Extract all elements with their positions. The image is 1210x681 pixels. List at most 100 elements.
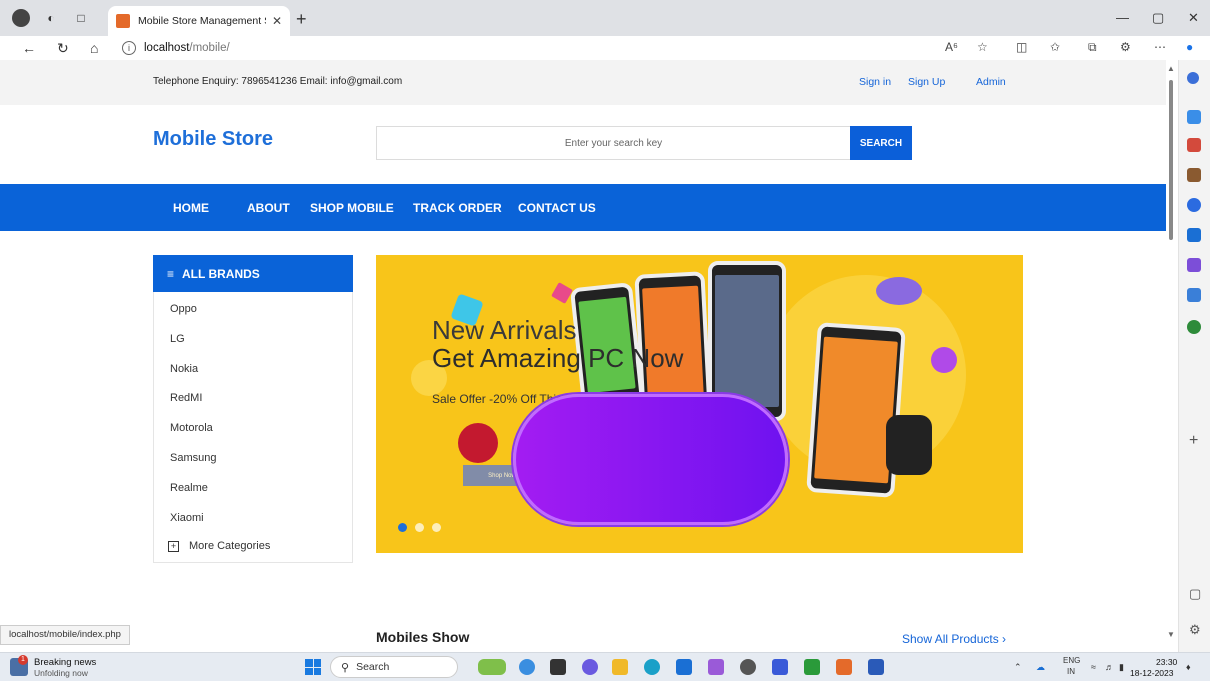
taskbar-search[interactable]: ⚲ Search [330, 656, 458, 678]
taskbar-xampp-icon[interactable] [836, 659, 852, 675]
nav-home[interactable]: HOME [173, 201, 209, 215]
read-aloud-icon[interactable]: A⁶ [945, 40, 958, 54]
new-tab-icon[interactable]: + [296, 9, 307, 30]
nav-contact-us[interactable]: CONTACT US [518, 201, 596, 215]
taskbar-store-icon[interactable] [676, 659, 692, 675]
taskbar-taskview-icon[interactable] [550, 659, 566, 675]
hero-banner[interactable]: New Arrivals Get Amazing PC Now Sale Off… [376, 255, 1023, 553]
show-all-products-link[interactable]: Show All Products › [902, 632, 1006, 646]
refresh-icon[interactable]: ↻ [57, 40, 69, 57]
tray-cloud-icon[interactable]: ☁ [1036, 662, 1045, 673]
close-window-icon[interactable]: ✕ [1188, 10, 1199, 26]
tab-actions-icon[interactable]: □ [72, 9, 90, 27]
taskbar-people-icon[interactable] [519, 659, 535, 675]
banner-ball-icon [931, 347, 957, 373]
nav-about[interactable]: ABOUT [247, 201, 290, 215]
restore-icon[interactable]: ▢ [1152, 10, 1164, 26]
windows-taskbar: 1 Breaking news Unfolding now ⚲ Search ⌃… [0, 652, 1210, 681]
tray-chevron-icon[interactable]: ⌃ [1014, 662, 1022, 673]
language-code[interactable]: ENG [1063, 656, 1080, 665]
all-brands-header[interactable]: ≡ ALL BRANDS [153, 255, 353, 292]
workspaces-icon[interactable]: ◐ [42, 9, 60, 27]
brand-nokia[interactable]: Nokia [170, 363, 198, 375]
taskbar-xbox-icon[interactable] [804, 659, 820, 675]
home-icon[interactable]: ⌂ [90, 40, 98, 56]
brand-oppo[interactable]: Oppo [170, 303, 197, 315]
notification-bell-icon[interactable]: ♦ [1186, 662, 1191, 672]
brand-motorola[interactable]: Motorola [170, 422, 213, 434]
volume-icon[interactable]: ♬ [1105, 662, 1114, 672]
scroll-down-icon[interactable]: ▼ [1167, 630, 1175, 639]
carousel-dot-1[interactable] [398, 523, 407, 532]
sidebar-games-icon[interactable] [1187, 168, 1201, 182]
sign-up-link[interactable]: Sign Up [908, 76, 945, 88]
page-scrollbar[interactable]: ▲ ▼ [1166, 64, 1176, 652]
scroll-thumb[interactable] [1169, 80, 1173, 240]
clock-date[interactable]: 18-12-2023 [1130, 668, 1173, 678]
sidebar-office-icon[interactable] [1187, 198, 1201, 212]
copilot-icon[interactable]: ● [1186, 40, 1193, 54]
news-subtitle: Unfolding now [34, 668, 88, 678]
search-button[interactable]: SEARCH [850, 126, 912, 160]
banner-purple-overlay [513, 394, 788, 525]
sidebar-tools-icon[interactable] [1187, 138, 1201, 152]
more-categories[interactable]: + More Categories [168, 540, 270, 552]
split-screen-icon[interactable]: ◫ [1016, 40, 1027, 54]
back-icon[interactable]: ← [22, 40, 36, 56]
tab-close-icon[interactable]: ✕ [272, 14, 282, 28]
taskbar-github-icon[interactable] [740, 659, 756, 675]
sidebar-add-icon[interactable]: + [1189, 432, 1198, 450]
search-input[interactable]: Enter your search key [376, 126, 850, 160]
nav-shop-mobile[interactable]: SHOP MOBILE [310, 201, 394, 215]
taskbar-chat-icon[interactable] [582, 659, 598, 675]
news-badge: 1 [18, 655, 28, 665]
top-info-bar: Telephone Enquiry: 7896541236 Email: inf… [0, 60, 1166, 105]
sidebar-outlook-icon[interactable] [1187, 228, 1201, 242]
extensions-icon[interactable]: ⚙ [1120, 40, 1131, 54]
sign-in-link[interactable]: Sign in [859, 76, 891, 88]
brand-xiaomi[interactable]: Xiaomi [170, 512, 204, 524]
battery-icon[interactable]: ▮ [1119, 662, 1124, 673]
taskbar-vs-icon[interactable] [708, 659, 724, 675]
minimize-icon[interactable]: — [1116, 10, 1129, 25]
site-info-icon[interactable]: i [122, 41, 136, 55]
carousel-dot-3[interactable] [432, 523, 441, 532]
site-logo[interactable]: Mobile Store [153, 128, 273, 151]
contact-info: Telephone Enquiry: 7896541236 Email: inf… [153, 76, 403, 87]
taskbar-edge-icon[interactable] [644, 659, 660, 675]
sidebar-tree-icon[interactable] [1187, 320, 1201, 334]
news-title[interactable]: Breaking news [34, 657, 96, 668]
sidebar-shopping-icon[interactable] [1187, 110, 1201, 124]
collections-icon[interactable]: ⧉ [1088, 40, 1097, 55]
carousel-dot-2[interactable] [415, 523, 424, 532]
taskbar-explorer-icon[interactable] [612, 659, 628, 675]
section-title: Mobiles Show [376, 629, 470, 645]
sidebar-drop-icon[interactable] [1187, 288, 1201, 302]
sidebar-hide-icon[interactable]: ▢ [1189, 586, 1201, 602]
taskbar-word-icon[interactable] [868, 659, 884, 675]
admin-link[interactable]: Admin [976, 76, 1006, 88]
taskbar-search-label: Search [356, 661, 390, 673]
more-menu-icon[interactable]: ⋯ [1154, 40, 1166, 54]
brand-redmi[interactable]: RedMI [170, 392, 202, 404]
url-field[interactable]: i localhost/mobile/ [122, 38, 1172, 58]
start-windows-icon[interactable] [305, 659, 321, 675]
sidebar-settings-icon[interactable]: ⚙ [1189, 622, 1201, 638]
brand-samsung[interactable]: Samsung [170, 452, 216, 464]
browser-tab-active[interactable]: Mobile Store Management Syste ✕ [108, 6, 290, 36]
taskbar-app-icon[interactable] [772, 659, 788, 675]
banner-ufo-icon [876, 277, 922, 305]
favorite-star-icon[interactable]: ☆ [977, 40, 988, 54]
profile-avatar[interactable] [12, 9, 30, 27]
favorites-icon[interactable]: ✩ [1050, 40, 1060, 54]
nav-track-order[interactable]: TRACK ORDER [413, 201, 502, 215]
wifi-icon[interactable]: ≈ [1091, 662, 1096, 672]
taskbar-widget-icon[interactable] [478, 659, 506, 675]
sidebar-designer-icon[interactable] [1187, 258, 1201, 272]
sidebar-search-icon[interactable] [1187, 72, 1199, 84]
brand-realme[interactable]: Realme [170, 482, 208, 494]
clock-time[interactable]: 23:30 [1156, 657, 1177, 667]
scroll-up-icon[interactable]: ▲ [1167, 64, 1175, 73]
tab-title: Mobile Store Management Syste [138, 15, 266, 27]
brand-lg[interactable]: LG [170, 333, 185, 345]
